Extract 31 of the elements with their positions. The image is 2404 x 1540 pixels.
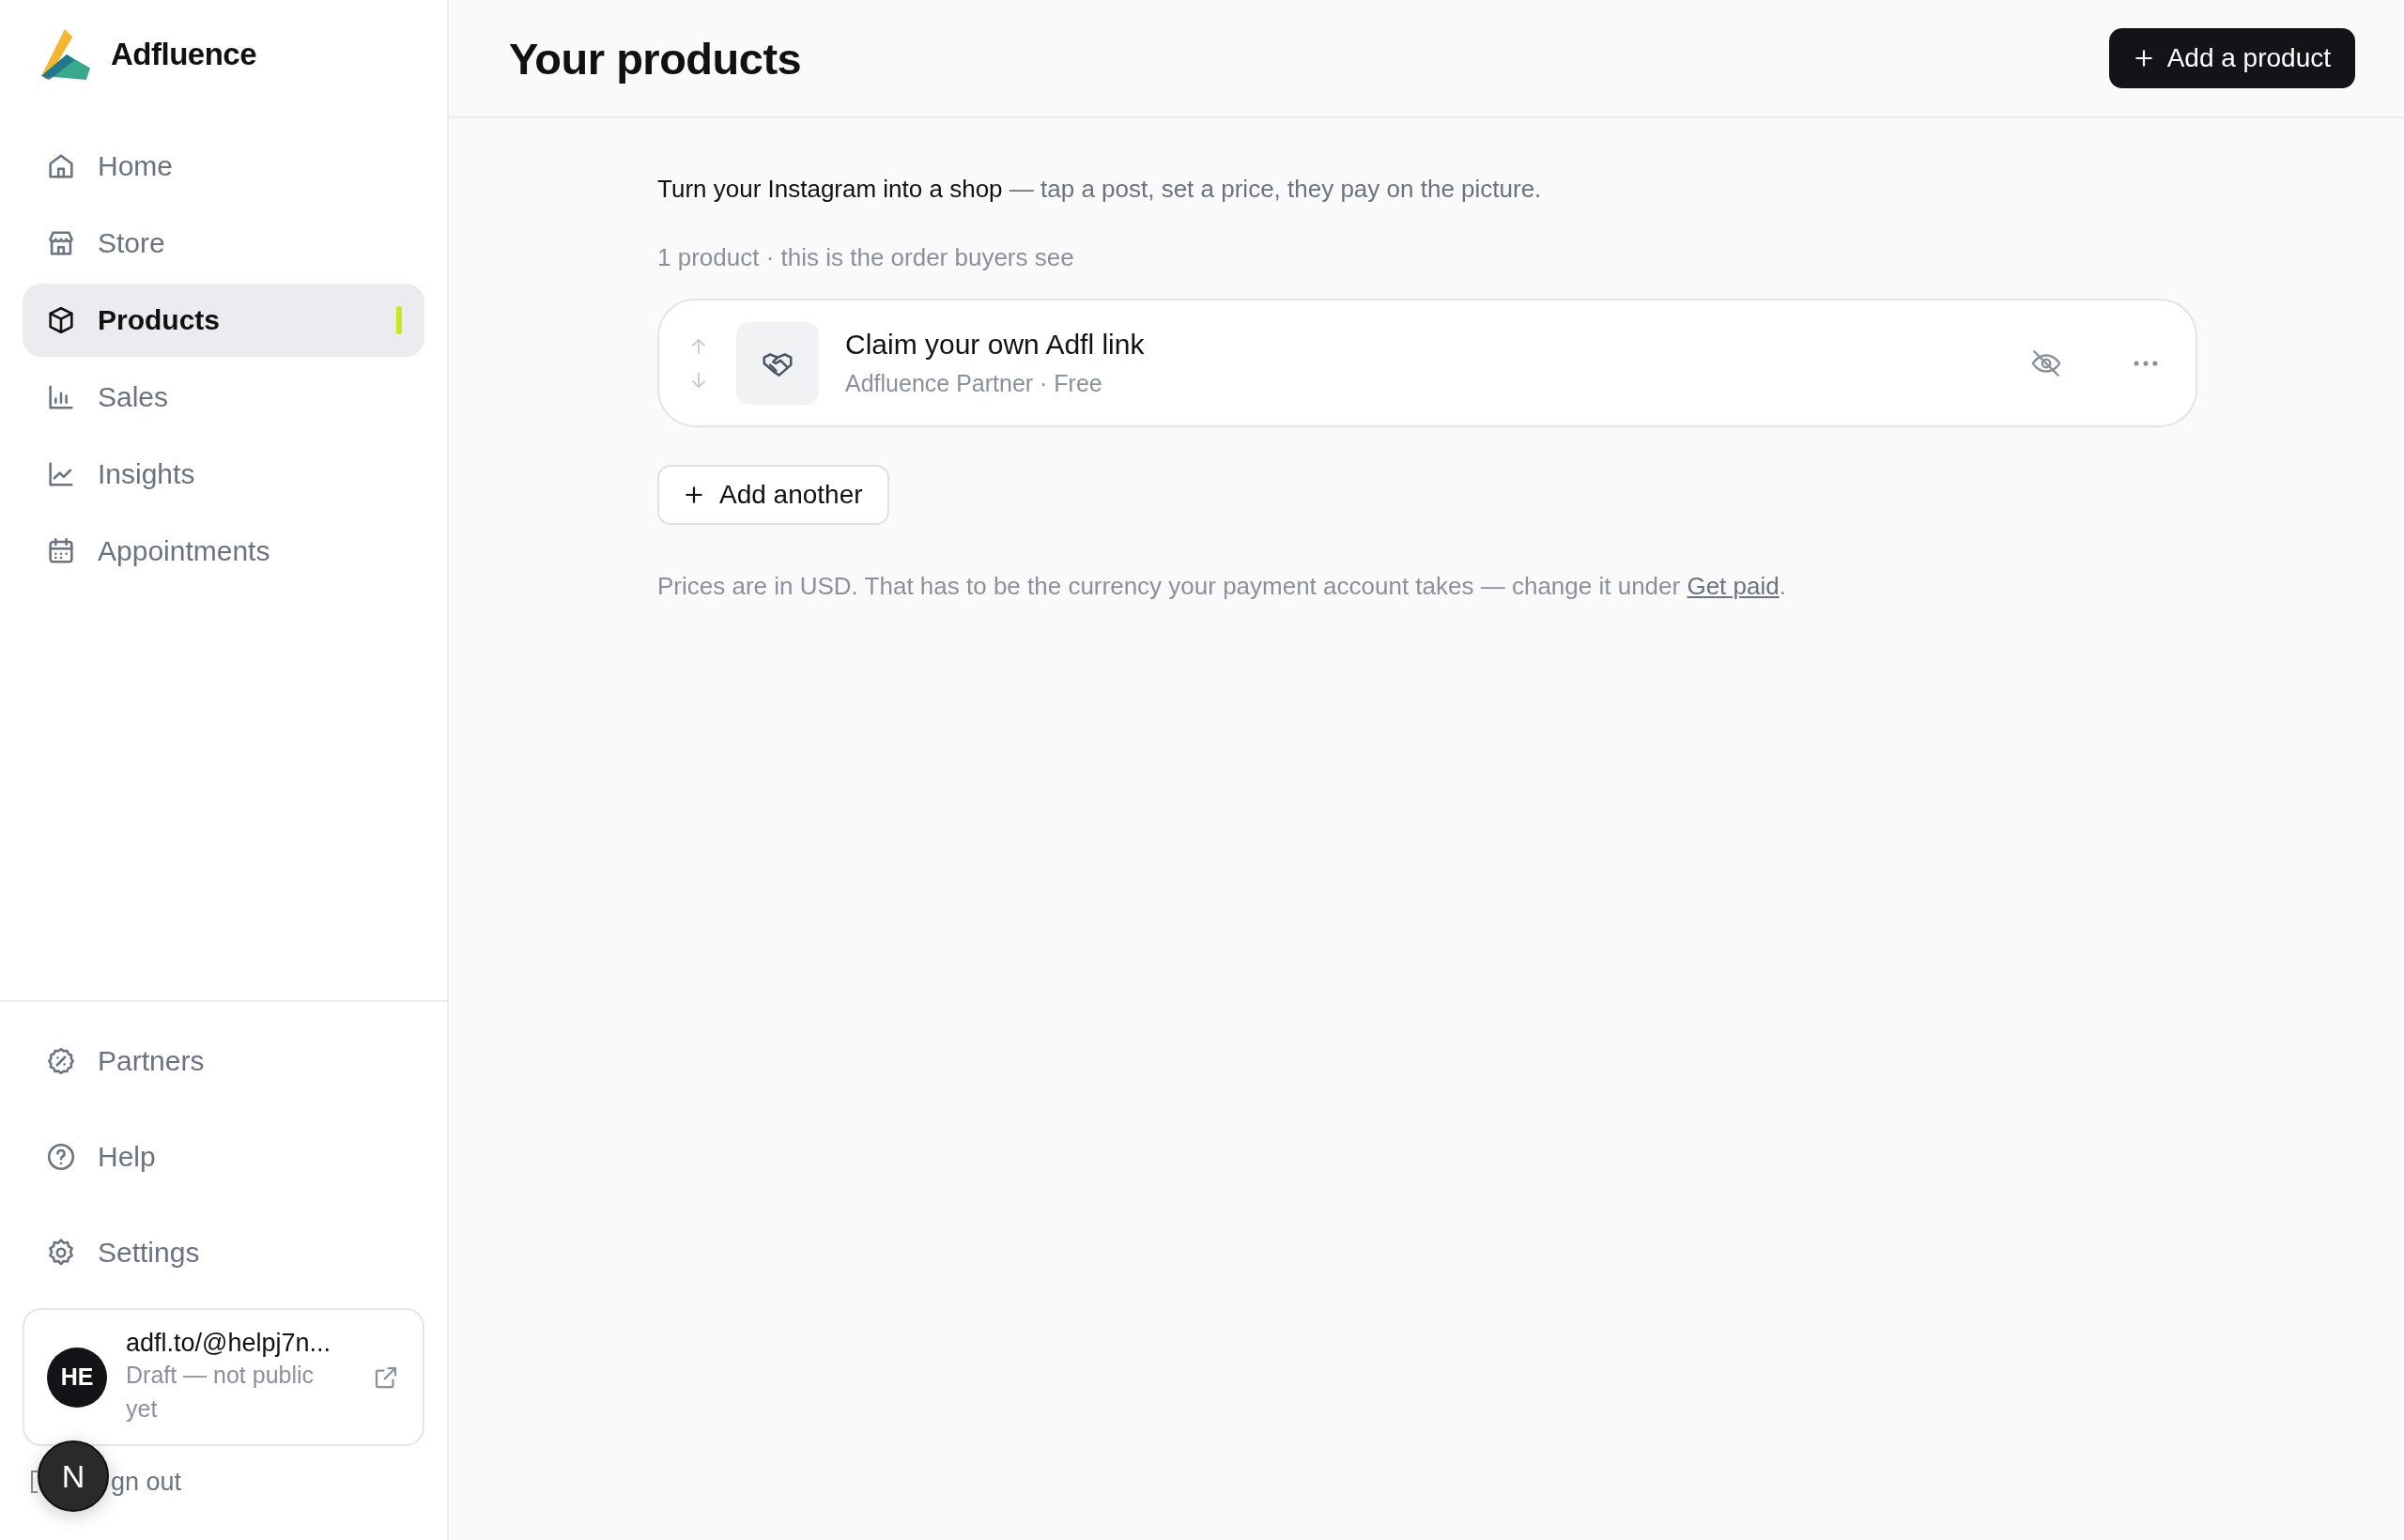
nav-item[interactable]: Sales (23, 361, 424, 434)
nav-item[interactable]: Appointments (23, 515, 424, 588)
brand-name: Adfluence (111, 37, 257, 72)
nav-item[interactable]: Settings (23, 1216, 424, 1289)
sign-out-icon[interactable] (30, 1468, 38, 1496)
nav-item[interactable]: Partners (23, 1024, 424, 1098)
active-indicator (396, 306, 402, 334)
plus-icon (2133, 48, 2154, 69)
plus-icon (684, 485, 704, 505)
get-paid-link[interactable]: Get paid (1687, 572, 1780, 600)
profile-card[interactable]: HE adfl.to/@helpj7n... Draft — not public yet (23, 1308, 424, 1446)
nav-item[interactable]: Store (23, 207, 424, 280)
add-another-button[interactable]: Add another (657, 465, 889, 525)
nav-item[interactable]: Insights (23, 438, 424, 511)
store-status: Draft — not public yet (126, 1361, 316, 1424)
currency-note: Prices are in USD. That has to be the currency your payment account takes — change it under Get paid. (657, 572, 1787, 601)
sign-out-link[interactable]: gn out (111, 1467, 182, 1497)
product-count: 1 product · this is the order buyers see (657, 243, 1075, 272)
dev-badge[interactable]: N (38, 1440, 109, 1512)
intro-text: Turn your Instagram into a shop — tap a post, set a price, they pay on the picture. (657, 175, 1543, 204)
nav-item[interactable]: Products (23, 284, 424, 357)
add-product-button[interactable]: Add a product (2108, 28, 2355, 88)
store-link: adfl.to/@helpj7n... (126, 1329, 332, 1358)
avatar: HE (47, 1347, 107, 1408)
product-meta: Adfluence Partner · Free (845, 370, 1103, 397)
nav-item[interactable]: Home (23, 130, 424, 203)
badge-percent-icon (45, 1045, 77, 1077)
product-name: Claim your own Adfl link (845, 329, 1146, 361)
page-title: Your products (509, 32, 802, 85)
help-icon (45, 1141, 77, 1173)
nav-item[interactable]: Help (23, 1120, 424, 1194)
